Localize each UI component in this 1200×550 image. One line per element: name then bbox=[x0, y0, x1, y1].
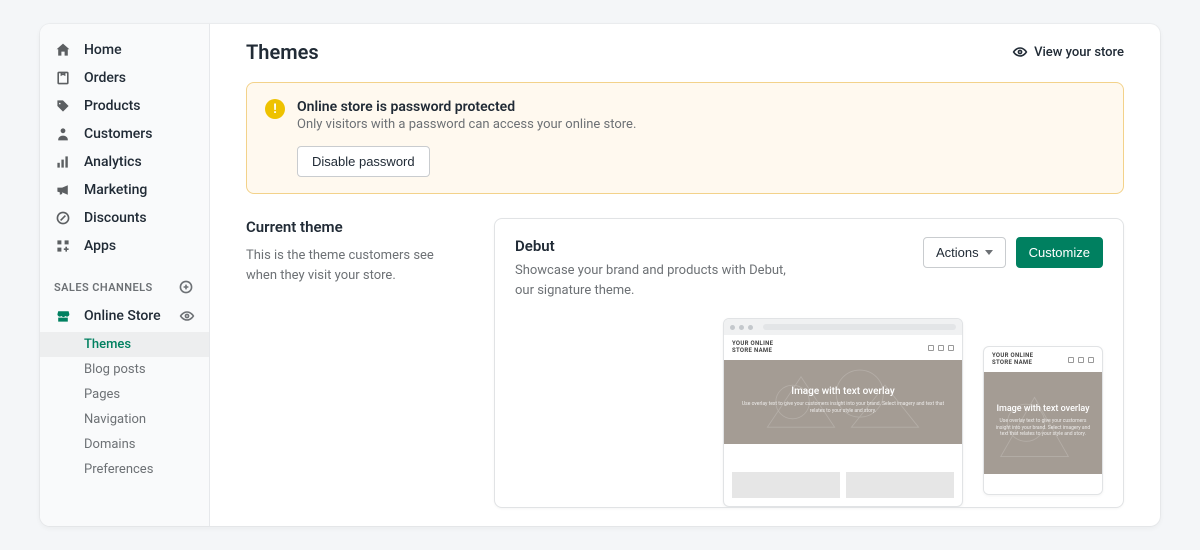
sidebar: Home Orders Products Customers Analytics bbox=[40, 24, 210, 526]
preview-brand-mobile: YOUR ONLINE STORE NAME bbox=[992, 353, 1034, 366]
desktop-preview: YOUR ONLINE STORE NAME Image with text o… bbox=[723, 318, 963, 507]
preview-site-header: YOUR ONLINE STORE NAME bbox=[724, 335, 962, 360]
nav-label: Online Store bbox=[84, 308, 161, 324]
nav-item-home[interactable]: Home bbox=[40, 36, 209, 64]
apps-icon bbox=[54, 237, 72, 255]
theme-name: Debut bbox=[515, 237, 795, 255]
theme-previews: YOUR ONLINE STORE NAME Image with text o… bbox=[515, 318, 1103, 507]
page-header: Themes View your store bbox=[246, 40, 1124, 64]
orders-icon bbox=[54, 69, 72, 87]
nav-item-apps[interactable]: Apps bbox=[40, 232, 209, 260]
nav-label: Marketing bbox=[84, 182, 147, 198]
nav-label: Customers bbox=[84, 126, 152, 142]
analytics-icon bbox=[54, 153, 72, 171]
preview-hero-sub: Use overlay text to give your customers … bbox=[734, 401, 952, 414]
preview-hero-sub-mobile: Use overlay text to give your customers … bbox=[992, 418, 1094, 438]
subnav-pages[interactable]: Pages bbox=[40, 382, 209, 407]
view-store-label: View your store bbox=[1034, 45, 1124, 60]
megaphone-icon bbox=[54, 181, 72, 199]
nav-label: Analytics bbox=[84, 154, 142, 170]
channels-heading-label: SALES CHANNELS bbox=[54, 281, 153, 294]
current-theme-desc: This is the theme customers see when the… bbox=[246, 246, 466, 285]
nav-label: Home bbox=[84, 42, 122, 58]
home-icon bbox=[54, 41, 72, 59]
disable-password-button[interactable]: Disable password bbox=[297, 146, 430, 177]
nav-item-orders[interactable]: Orders bbox=[40, 64, 209, 92]
nav-item-customers[interactable]: Customers bbox=[40, 120, 209, 148]
password-banner: ! Online store is password protected Onl… bbox=[246, 82, 1124, 194]
current-theme-heading: Current theme bbox=[246, 218, 466, 236]
preview-hero: Image with text overlay Use overlay text… bbox=[724, 360, 962, 444]
nav-label: Orders bbox=[84, 70, 126, 86]
eye-icon bbox=[1012, 44, 1028, 60]
nav-item-discounts[interactable]: Discounts bbox=[40, 204, 209, 232]
warning-icon: ! bbox=[265, 99, 285, 119]
customize-button[interactable]: Customize bbox=[1016, 237, 1103, 268]
person-icon bbox=[54, 125, 72, 143]
preview-header-icons bbox=[928, 345, 954, 351]
app-frame: Home Orders Products Customers Analytics bbox=[40, 24, 1160, 526]
nav-label: Apps bbox=[84, 238, 116, 254]
browser-chrome bbox=[724, 319, 962, 335]
nav-item-products[interactable]: Products bbox=[40, 92, 209, 120]
online-store-subnav: Themes Blog posts Pages Navigation Domai… bbox=[40, 330, 209, 482]
actions-label: Actions bbox=[936, 245, 979, 260]
page-title: Themes bbox=[246, 40, 319, 64]
banner-title: Online store is password protected bbox=[297, 99, 636, 115]
actions-dropdown[interactable]: Actions bbox=[923, 237, 1006, 268]
content-row: Current theme This is the theme customer… bbox=[246, 218, 1124, 508]
subnav-navigation[interactable]: Navigation bbox=[40, 407, 209, 432]
nav-label: Products bbox=[84, 98, 141, 114]
tag-icon bbox=[54, 97, 72, 115]
current-theme-column: Current theme This is the theme customer… bbox=[246, 218, 466, 508]
theme-card: Debut Showcase your brand and products w… bbox=[494, 218, 1124, 508]
add-channel-icon[interactable] bbox=[177, 278, 195, 296]
main-content: Themes View your store ! Online store is… bbox=[210, 24, 1160, 526]
sales-channels-heading: SALES CHANNELS bbox=[40, 260, 209, 302]
preview-header-icons-mobile bbox=[1068, 357, 1094, 363]
preview-site-header-mobile: YOUR ONLINE STORE NAME bbox=[984, 347, 1102, 372]
mobile-preview: YOUR ONLINE STORE NAME Image with text o… bbox=[983, 346, 1103, 495]
subnav-blog-posts[interactable]: Blog posts bbox=[40, 357, 209, 382]
nav-label: Discounts bbox=[84, 210, 147, 226]
store-icon bbox=[54, 307, 72, 325]
eye-icon[interactable] bbox=[179, 308, 195, 324]
nav-item-marketing[interactable]: Marketing bbox=[40, 176, 209, 204]
nav-item-analytics[interactable]: Analytics bbox=[40, 148, 209, 176]
caret-down-icon bbox=[985, 250, 993, 255]
preview-brand: YOUR ONLINE STORE NAME bbox=[732, 341, 782, 354]
banner-desc: Only visitors with a password can access… bbox=[297, 117, 636, 132]
preview-hero-mobile: Image with text overlay Use overlay text… bbox=[984, 372, 1102, 474]
subnav-themes[interactable]: Themes bbox=[40, 332, 209, 357]
theme-desc: Showcase your brand and products with De… bbox=[515, 261, 795, 300]
subnav-preferences[interactable]: Preferences bbox=[40, 457, 209, 482]
subnav-domains[interactable]: Domains bbox=[40, 432, 209, 457]
view-store-link[interactable]: View your store bbox=[1012, 44, 1124, 60]
discount-icon bbox=[54, 209, 72, 227]
nav-item-online-store[interactable]: Online Store bbox=[40, 302, 209, 330]
